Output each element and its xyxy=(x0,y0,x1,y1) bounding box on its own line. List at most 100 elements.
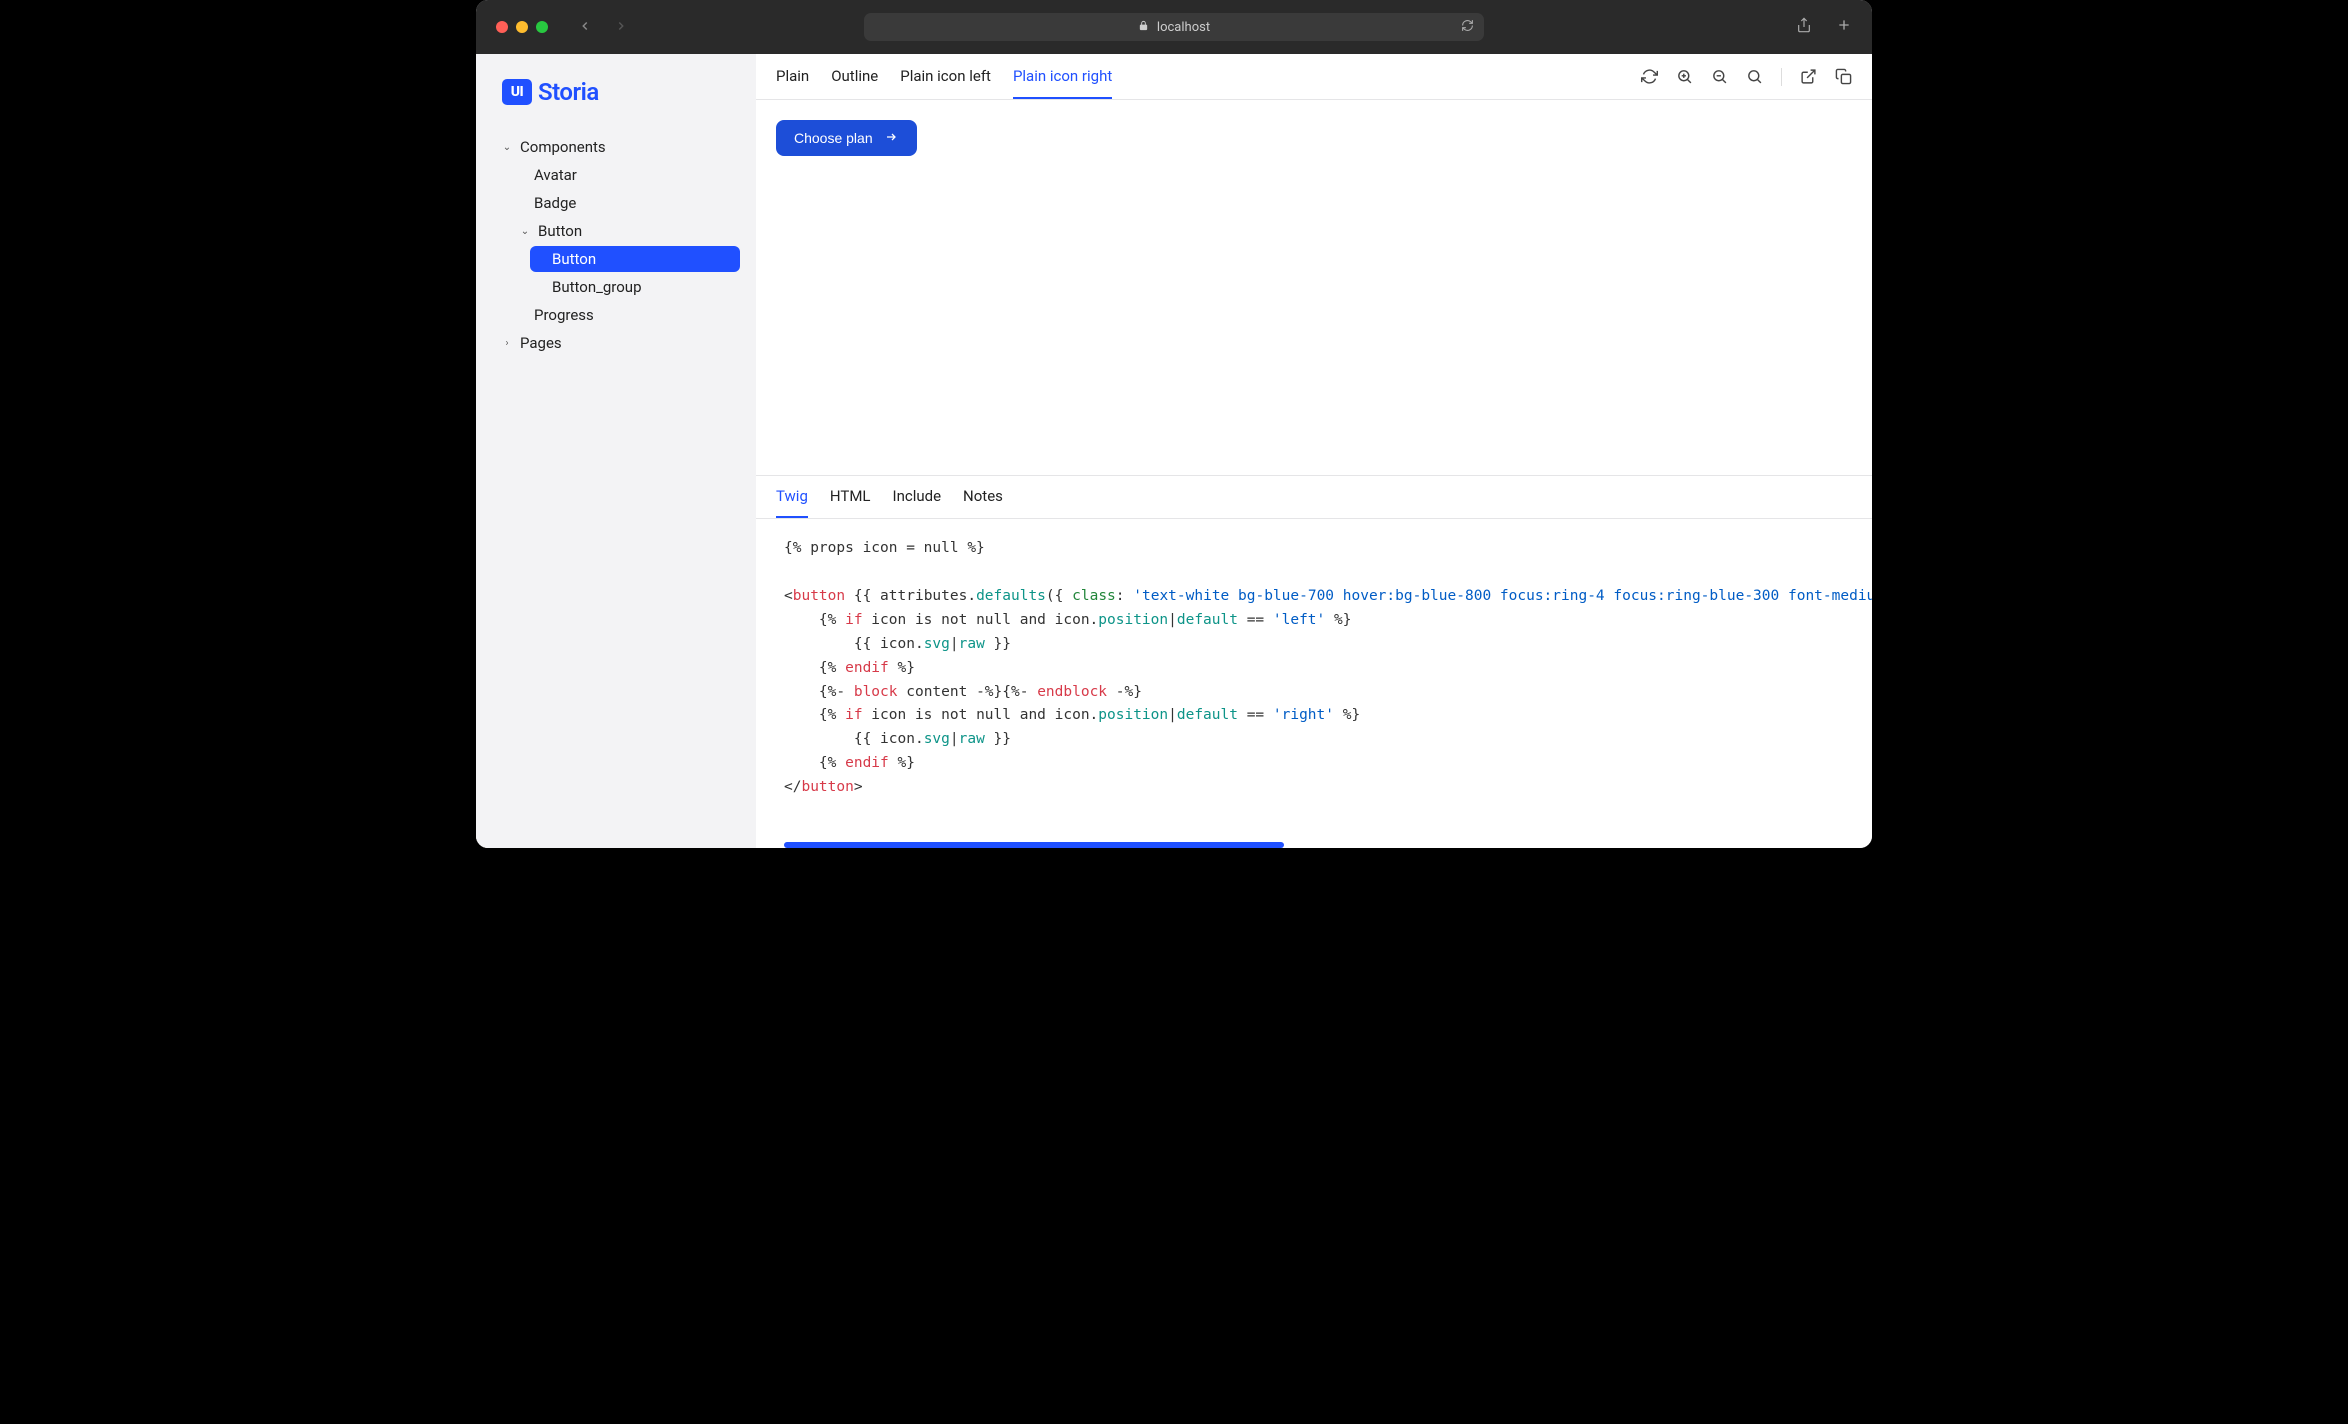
chevron-down-icon: ⌄ xyxy=(518,226,532,237)
code-text: %} xyxy=(889,755,915,771)
url-text: localhost xyxy=(1157,20,1210,35)
code-text: defaults xyxy=(976,588,1046,604)
sidebar-item-button-group[interactable]: Button_group xyxy=(492,274,740,300)
code-text: 'right' xyxy=(1273,707,1334,723)
code-text: == xyxy=(1238,612,1273,628)
zoom-in-icon[interactable] xyxy=(1676,68,1693,85)
copy-icon[interactable] xyxy=(1835,68,1852,85)
browser-titlebar: localhost xyxy=(476,0,1872,54)
code-text: endif xyxy=(845,660,889,676)
button-label: Choose plan xyxy=(794,130,873,146)
code-text: 'text-white bg-blue-700 hover:bg-blue-80… xyxy=(1133,588,1872,604)
tab-plain-icon-left[interactable]: Plain icon left xyxy=(900,54,991,99)
sidebar-label: Avatar xyxy=(534,166,577,184)
code-text: endif xyxy=(845,755,889,771)
chevron-right-icon: › xyxy=(500,338,514,349)
sidebar-item-pages[interactable]: › Pages xyxy=(492,330,740,356)
code-text: 'left' xyxy=(1273,612,1325,628)
sidebar-item-progress[interactable]: Progress xyxy=(492,302,740,328)
preview-toolbar xyxy=(1641,68,1852,86)
code-text: icon is not null and icon. xyxy=(863,707,1099,723)
maximize-window-button[interactable] xyxy=(536,21,548,33)
code-panel[interactable]: {% props icon = null %} <button {{ attri… xyxy=(756,519,1872,848)
sidebar-label: Button_group xyxy=(552,278,642,296)
code-text: | xyxy=(950,636,959,652)
new-tab-icon[interactable] xyxy=(1836,17,1852,37)
sidebar: UI Storia ⌄ Components Avatar Badge ⌄ Bu… xyxy=(476,54,756,848)
logo-text: Storia xyxy=(538,78,599,106)
sidebar-tree: ⌄ Components Avatar Badge ⌄ Button Butto… xyxy=(492,134,740,356)
code-tab-include[interactable]: Include xyxy=(893,476,942,518)
arrow-right-icon xyxy=(883,130,899,146)
sidebar-item-avatar[interactable]: Avatar xyxy=(492,162,740,188)
titlebar-right-actions xyxy=(1796,17,1852,37)
app-body: UI Storia ⌄ Components Avatar Badge ⌄ Bu… xyxy=(476,54,1872,848)
tab-outline[interactable]: Outline xyxy=(831,54,878,99)
refresh-icon[interactable] xyxy=(1641,68,1658,85)
code-text: if xyxy=(845,707,862,723)
sidebar-label: Button xyxy=(552,250,596,268)
preview-canvas: Choose plan xyxy=(756,100,1872,475)
code-text: {% xyxy=(784,755,845,771)
open-external-icon[interactable] xyxy=(1800,68,1817,85)
code-text: button xyxy=(801,779,853,795)
sidebar-item-components[interactable]: ⌄ Components xyxy=(492,134,740,160)
sidebar-label: Components xyxy=(520,138,606,156)
horizontal-scrollbar[interactable] xyxy=(784,842,1284,848)
code-text: | xyxy=(1168,707,1177,723)
code-text: {{ icon. xyxy=(784,731,924,747)
code-text: raw xyxy=(959,636,985,652)
minimize-window-button[interactable] xyxy=(516,21,528,33)
zoom-out-icon[interactable] xyxy=(1711,68,1728,85)
code-tab-notes[interactable]: Notes xyxy=(963,476,1003,518)
code-text: ({ xyxy=(1046,588,1072,604)
back-button[interactable] xyxy=(578,18,592,37)
code-text: {{ icon. xyxy=(784,636,924,652)
toolbar-divider xyxy=(1781,68,1782,86)
code-text: position xyxy=(1098,612,1168,628)
sidebar-label: Progress xyxy=(534,306,594,324)
sidebar-label: Button xyxy=(538,222,582,240)
code-tab-twig[interactable]: Twig xyxy=(776,476,808,518)
code-text: %} xyxy=(1334,707,1360,723)
address-bar[interactable]: localhost xyxy=(864,13,1484,41)
share-icon[interactable] xyxy=(1796,17,1812,37)
story-tabs-bar: Plain Outline Plain icon left Plain icon… xyxy=(756,54,1872,100)
code-text: svg xyxy=(924,636,950,652)
chevron-down-icon: ⌄ xyxy=(500,142,514,153)
sidebar-item-button-folder[interactable]: ⌄ Button xyxy=(492,218,740,244)
code-text: default xyxy=(1177,612,1238,628)
choose-plan-button[interactable]: Choose plan xyxy=(776,120,917,156)
logo-mark: UI xyxy=(502,79,532,105)
code-text: }} xyxy=(985,731,1011,747)
code-text: content -%}{%- xyxy=(898,684,1038,700)
code-text: raw xyxy=(959,731,985,747)
code-text: {% xyxy=(784,612,845,628)
browser-window: localhost UI Storia ⌄ Compone xyxy=(476,0,1872,848)
forward-button[interactable] xyxy=(614,18,628,37)
sidebar-item-badge[interactable]: Badge xyxy=(492,190,740,216)
code-text: endblock xyxy=(1037,684,1107,700)
code-text: {{ attributes. xyxy=(845,588,976,604)
app-logo: UI Storia xyxy=(492,78,740,106)
tab-plain[interactable]: Plain xyxy=(776,54,809,99)
code-text: </ xyxy=(784,779,801,795)
tab-plain-icon-right[interactable]: Plain icon right xyxy=(1013,54,1112,99)
nav-arrows xyxy=(578,18,628,37)
code-tab-html[interactable]: HTML xyxy=(830,476,871,518)
code-text: | xyxy=(1168,612,1177,628)
sidebar-label: Pages xyxy=(520,334,562,352)
close-window-button[interactable] xyxy=(496,21,508,33)
code-text: class xyxy=(1072,588,1116,604)
sidebar-item-button[interactable]: Button xyxy=(530,246,740,272)
code-tabs-bar: Twig HTML Include Notes xyxy=(756,475,1872,519)
code-text: %} xyxy=(1325,612,1351,628)
lock-icon xyxy=(1138,20,1149,34)
code-text: | xyxy=(950,731,959,747)
code-text: block xyxy=(854,684,898,700)
code-text: icon is not null and icon. xyxy=(863,612,1099,628)
zoom-reset-icon[interactable] xyxy=(1746,68,1763,85)
content-area: Plain Outline Plain icon left Plain icon… xyxy=(756,54,1872,848)
code-text: == xyxy=(1238,707,1273,723)
reload-icon[interactable] xyxy=(1461,19,1474,36)
